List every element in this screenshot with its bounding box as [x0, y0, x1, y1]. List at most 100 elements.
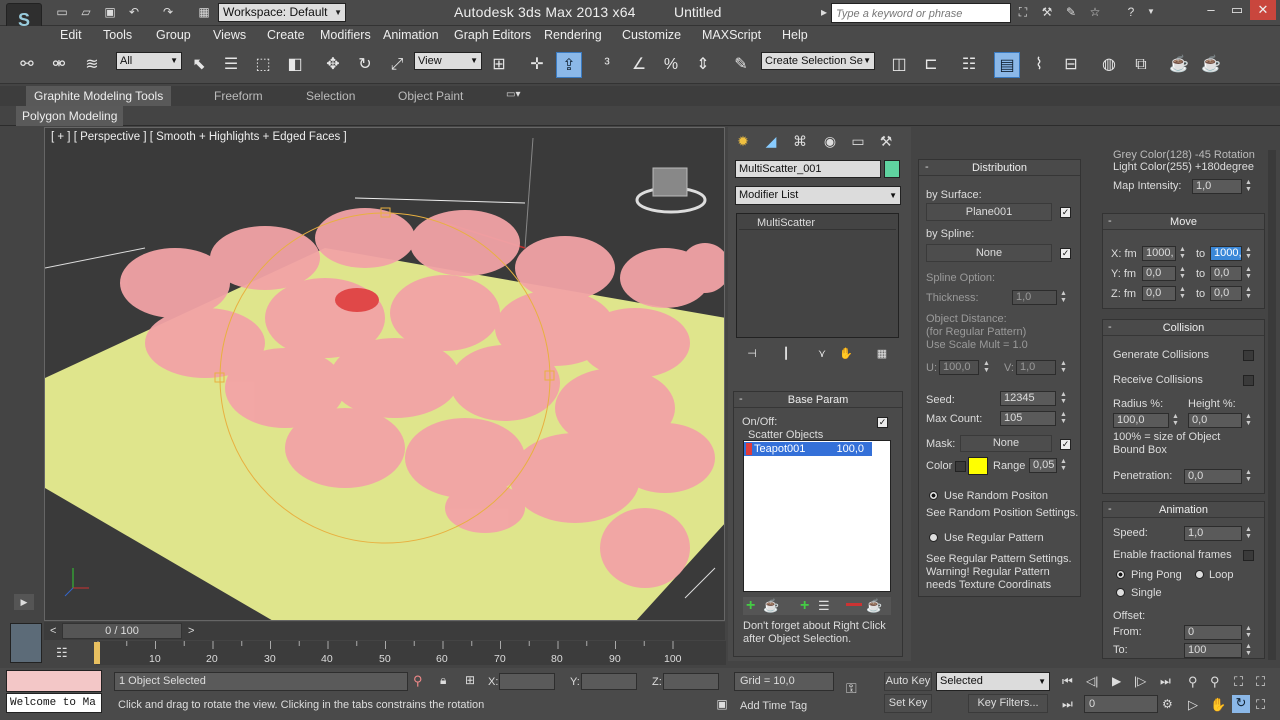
teapot-icon[interactable]: ☕	[866, 598, 882, 614]
move-icon[interactable]: ✥	[320, 52, 346, 78]
motion-tab-icon[interactable]: ◉	[820, 131, 840, 151]
object-name-field[interactable]: MultiScatter_001	[735, 160, 881, 178]
spinner-arrows-icon[interactable]: ▲ ▼	[1244, 643, 1253, 658]
thickness-spinner[interactable]: 1,0	[1012, 290, 1057, 305]
zoom-icon[interactable]: ⚲	[1188, 674, 1198, 690]
ping-pong-radio[interactable]	[1116, 570, 1125, 579]
viewport-layout-icon[interactable]: ▶	[14, 594, 34, 610]
minimize-button[interactable]: –	[1198, 0, 1224, 20]
x-coord-field[interactable]	[499, 673, 555, 690]
spinner-arrows-icon[interactable]: ▲ ▼	[1059, 411, 1068, 426]
collapse-icon[interactable]: -	[1108, 215, 1112, 227]
redo-icon[interactable]: ↷	[161, 5, 175, 19]
pin-stack-icon[interactable]: ⊣	[742, 345, 762, 363]
rendered-frame-window-icon[interactable]: ☕	[1166, 52, 1192, 78]
animation-header[interactable]: Animation	[1103, 502, 1264, 518]
rect-selection-icon[interactable]: ⬚	[250, 52, 276, 78]
configure-modifier-sets-icon[interactable]: ▦	[872, 345, 892, 363]
tab-selection[interactable]: Selection	[298, 86, 363, 106]
key-filters-button[interactable]: Key Filters...	[968, 694, 1048, 713]
receive-collisions-checkbox[interactable]	[1243, 375, 1254, 386]
seed-spinner[interactable]: 12345	[1000, 391, 1056, 406]
close-button[interactable]: ✕	[1250, 0, 1276, 20]
keyboard-shortcut-override-icon[interactable]: ⇪	[556, 52, 582, 78]
favorites-star-icon[interactable]: ☆	[1088, 5, 1102, 19]
render-setup-icon[interactable]: ⧉	[1128, 52, 1154, 78]
z-from-spinner[interactable]: 0,0	[1142, 286, 1176, 301]
select-by-name-icon[interactable]: ☰	[218, 52, 244, 78]
menu-create[interactable]: Create	[267, 28, 305, 42]
tab-freeform[interactable]: Freeform	[206, 86, 271, 106]
binoculars-icon[interactable]: ⛶	[1016, 5, 1030, 19]
named-selection-sets-dropdown[interactable]: Create Selection Se ▼	[761, 52, 875, 70]
render-production-icon[interactable]: ☕	[1198, 52, 1224, 78]
zoom-extents-icon[interactable]: ⛶	[1234, 674, 1243, 690]
set-key-button[interactable]: Set Key	[884, 694, 932, 713]
layer-manager-icon[interactable]: ☷	[956, 52, 982, 78]
object-color-swatch[interactable]	[884, 160, 900, 178]
spinner-arrows-icon[interactable]: ▲ ▼	[1244, 179, 1253, 194]
track-bar[interactable]	[96, 641, 726, 665]
communication-icon[interactable]: ✎	[1064, 5, 1078, 19]
go-to-end-icon[interactable]: ⏭	[1160, 674, 1171, 689]
spinner-arrows-icon[interactable]: ▲ ▼	[1178, 266, 1187, 281]
next-frame-icon[interactable]: |▷	[1134, 674, 1146, 688]
open-file-icon[interactable]: ▱	[79, 5, 93, 19]
menu-customize[interactable]: Customize	[622, 28, 681, 42]
add-object-icon[interactable]: +	[746, 597, 755, 615]
tab-object-paint[interactable]: Object Paint	[390, 86, 471, 106]
previous-frame-icon[interactable]: ◁|	[1086, 674, 1098, 688]
spinner-arrows-icon[interactable]: ▲ ▼	[1059, 391, 1068, 406]
z-coord-field[interactable]	[663, 673, 719, 690]
go-to-start-icon[interactable]: ⏮	[1062, 674, 1073, 689]
percent-snap-icon[interactable]: %	[658, 52, 684, 78]
maxscript-listener-white[interactable]: Welcome to Ma	[6, 693, 102, 713]
spinner-arrows-icon[interactable]: ▲ ▼	[1244, 526, 1253, 541]
add-time-tag-label[interactable]: Add Time Tag	[740, 700, 807, 712]
spinner-arrows-icon[interactable]: ▲ ▼	[1171, 413, 1180, 428]
current-frame-field[interactable]: 0	[1084, 695, 1158, 713]
zoom-all-icon[interactable]: ⚲	[1210, 674, 1220, 690]
menu-rendering[interactable]: Rendering	[544, 28, 602, 42]
panel-scrollbar[interactable]	[1268, 150, 1276, 660]
spinner-arrows-icon[interactable]: ▲ ▼	[1244, 246, 1253, 261]
curve-editor-mini-icon[interactable]: ☷	[56, 645, 76, 661]
schematic-view-icon[interactable]: ⊟	[1058, 52, 1084, 78]
select-object-icon[interactable]: ⬉	[186, 52, 212, 78]
auto-key-button[interactable]: Auto Key	[884, 672, 932, 691]
snaps-toggle-icon[interactable]: ³	[594, 52, 620, 78]
utilities-tab-icon[interactable]: ⚒	[876, 131, 896, 151]
pivot-center-icon[interactable]: ⊞	[486, 52, 512, 78]
ribbon-options-icon[interactable]: ▭▾	[506, 89, 528, 103]
generate-collisions-checkbox[interactable]	[1243, 350, 1254, 361]
spinner-arrows-icon[interactable]: ▲ ▼	[1178, 246, 1187, 261]
menu-tools[interactable]: Tools	[103, 28, 132, 42]
current-frame-marker[interactable]	[94, 642, 100, 664]
menu-group[interactable]: Group	[156, 28, 191, 42]
spinner-arrows-icon[interactable]: ▲ ▼	[1059, 290, 1068, 305]
menu-modifiers[interactable]: Modifiers	[320, 28, 371, 42]
search-input[interactable]: Type a keyword or phrase	[831, 3, 1011, 23]
project-icon[interactable]: ▦	[197, 5, 211, 19]
display-tab-icon[interactable]: ▭	[848, 131, 868, 151]
selection-filter-dropdown[interactable]: All ▼	[116, 52, 182, 70]
selection-lock-icon[interactable]: 🔒︎	[440, 673, 446, 688]
spline-checkbox[interactable]: ✓	[1060, 248, 1071, 259]
viewcube-icon[interactable]	[635, 167, 707, 214]
fractional-frames-checkbox[interactable]	[1243, 550, 1254, 561]
speed-spinner[interactable]: 1,0	[1184, 526, 1242, 541]
time-config-icon[interactable]: ⚙	[1162, 697, 1173, 711]
angle-snap-icon[interactable]: ∠	[626, 52, 652, 78]
onoff-checkbox[interactable]: ✓	[877, 417, 888, 428]
maximize-button[interactable]: ▭	[1224, 0, 1250, 20]
penetration-spinner[interactable]: 0,0	[1184, 469, 1242, 484]
spinner-arrows-icon[interactable]: ▲ ▼	[1178, 286, 1187, 301]
x-to-spinner[interactable]: 1000,	[1210, 246, 1242, 261]
mask-checkbox[interactable]: ✓	[1060, 439, 1071, 450]
make-unique-icon[interactable]: ⋎	[812, 345, 832, 363]
mask-color-swatch[interactable]	[968, 457, 988, 475]
spinner-snap-icon[interactable]: ⇕	[690, 52, 716, 78]
y-from-spinner[interactable]: 0,0	[1142, 266, 1176, 281]
spinner-arrows-icon[interactable]: ▲ ▼	[1244, 413, 1253, 428]
u-spinner[interactable]: 100,0	[939, 360, 979, 375]
